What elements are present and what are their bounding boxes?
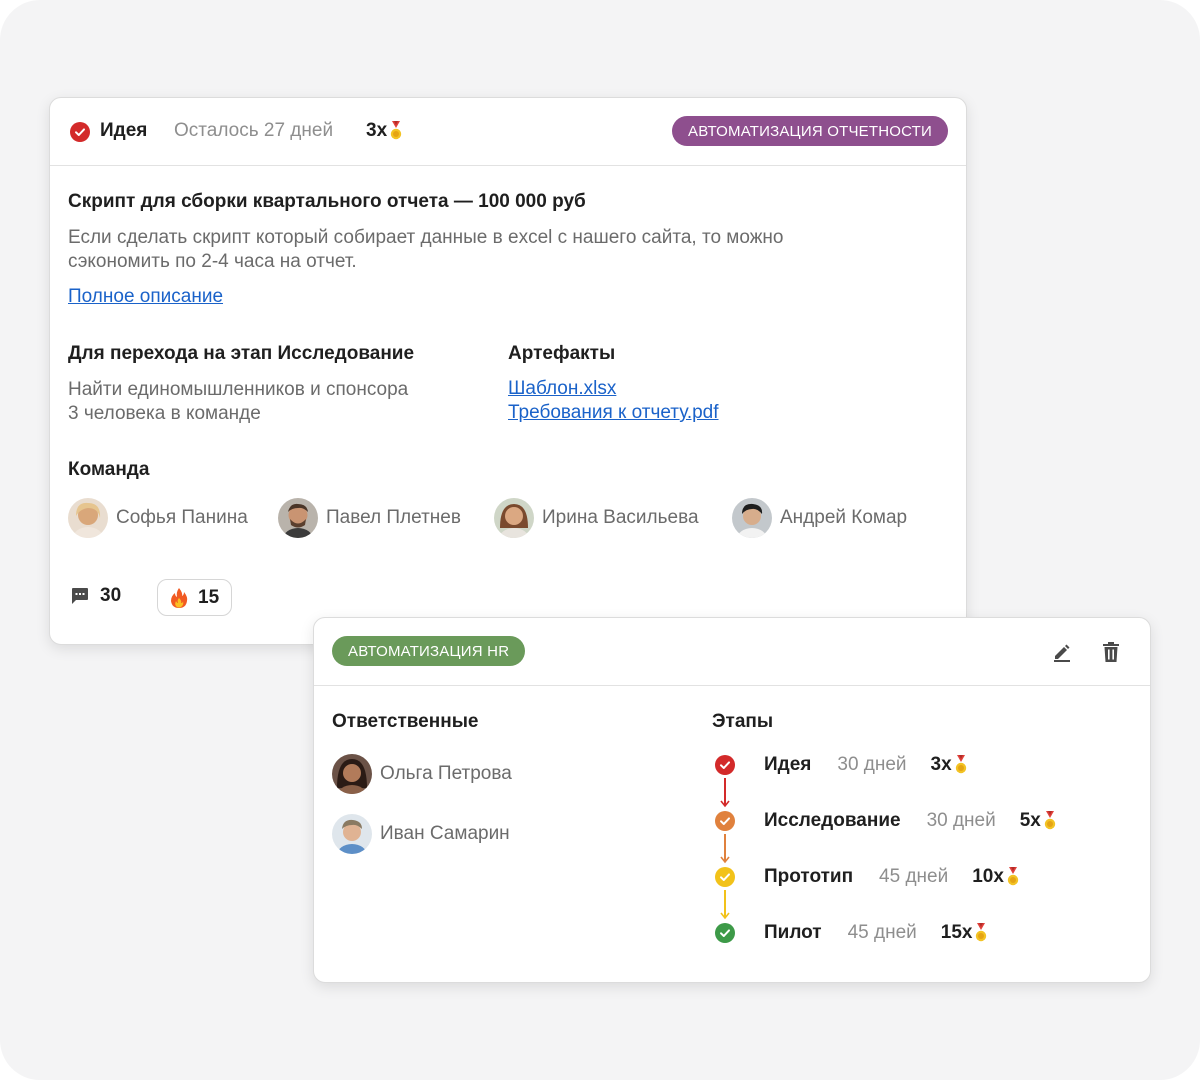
team-member-name: Софья Панина	[116, 507, 248, 528]
stage-check-icon	[715, 867, 735, 887]
avatar	[732, 498, 772, 538]
reward-multiplier: 3x	[366, 120, 403, 142]
full-description-link[interactable]: Полное описание	[68, 286, 223, 308]
delete-icon[interactable]	[1102, 642, 1120, 662]
avatar	[332, 754, 372, 794]
comments-counter[interactable]: 30	[70, 585, 121, 607]
stage-check-icon	[715, 755, 735, 775]
stage-duration: 45 дней	[879, 866, 949, 887]
medal-icon	[976, 923, 987, 942]
remaining-days: Осталось 27 дней	[174, 120, 334, 141]
stage-name: Прототип	[764, 866, 854, 887]
stage-reward: 15x	[941, 922, 989, 944]
stage-reward: 3x	[931, 754, 968, 776]
hr-card-header: АВТОМАТИЗАЦИЯ HR	[314, 618, 1150, 686]
comment-icon	[72, 588, 88, 604]
stage-reward-value: 10x	[972, 866, 1004, 887]
stage-check-icon	[715, 923, 735, 943]
idea-card-header: Идея Осталось 27 дней 3x АВТОМАТИЗАЦИЯ О…	[50, 98, 966, 166]
stage-reward-value: 5x	[1019, 810, 1041, 831]
medal-icon	[390, 121, 402, 140]
medal-icon	[1044, 811, 1056, 830]
avatar	[494, 498, 534, 538]
stage-name: Идея	[764, 754, 812, 775]
responsible-name: Ольга Петрова	[380, 763, 512, 784]
stage-duration: 45 дней	[847, 922, 917, 943]
stage-label: Идея	[100, 120, 148, 141]
artifact-link[interactable]: Требования к отчету.pdf	[508, 402, 719, 424]
team-member-name: Андрей Комар	[780, 507, 908, 528]
medal-icon	[1007, 867, 1019, 886]
stage-row[interactable]: Исследование 30 дней 5x	[715, 810, 1057, 832]
reward-value: 3x	[366, 120, 388, 141]
stage-row[interactable]: Прототип 45 дней 10x	[715, 866, 1020, 888]
stage-connector	[720, 890, 730, 920]
artifacts-heading: Артефакты	[508, 343, 616, 364]
stages-heading: Этапы	[712, 711, 774, 732]
team-member[interactable]: Павел Плетнев	[278, 498, 461, 538]
stage-reward-value: 15x	[940, 922, 973, 943]
fire-icon	[171, 587, 188, 608]
reactions-count: 15	[198, 586, 220, 608]
idea-description-line1: Если сделать скрипт который собирает дан…	[68, 227, 784, 248]
medal-icon	[955, 755, 966, 774]
next-stage-requirement: Найти единомышленников и спонсора	[68, 379, 409, 400]
stage-reward: 10x	[972, 866, 1020, 888]
category-tag[interactable]: АВТОМАТИЗАЦИЯ ОТЧЕТНОСТИ	[672, 116, 948, 146]
stage-connector	[720, 834, 730, 864]
responsible-heading: Ответственные	[332, 711, 479, 732]
stage-reward: 5x	[1020, 810, 1057, 832]
next-stage-heading: Для перехода на этап Исследование	[68, 343, 415, 364]
team-member[interactable]: Софья Панина	[68, 498, 248, 538]
responsible-person[interactable]: Иван Самарин	[332, 814, 510, 854]
idea-title: Скрипт для сборки квартального отчета — …	[68, 191, 586, 212]
stage-connector	[720, 778, 730, 808]
category-tag[interactable]: АВТОМАТИЗАЦИЯ HR	[332, 636, 526, 666]
avatar	[332, 814, 372, 854]
idea-card: Идея Осталось 27 дней 3x АВТОМАТИЗАЦИЯ О…	[49, 97, 967, 645]
team-member-name: Ирина Васильева	[542, 507, 699, 528]
stage-reward-value: 3x	[930, 754, 952, 775]
stage-duration: 30 дней	[837, 754, 907, 775]
fire-reaction-button[interactable]: 15	[157, 579, 233, 616]
team-member[interactable]: Ирина Васильева	[494, 498, 699, 538]
next-stage-requirement: 3 человека в команде	[68, 403, 261, 424]
stage-name: Пилот	[764, 922, 822, 943]
idea-description-line2: сэкономить по 2-4 часа на отчет.	[68, 251, 357, 272]
team-member[interactable]: Андрей Комар	[732, 498, 907, 538]
hr-card: АВТОМАТИЗАЦИЯ HR Ответственные Ольга Пет…	[313, 617, 1151, 983]
team-heading: Команда	[68, 459, 150, 480]
stage-check-icon	[715, 811, 735, 831]
stage-row[interactable]: Идея 30 дней 3x	[715, 754, 968, 776]
avatar	[68, 498, 108, 538]
avatar	[278, 498, 318, 538]
stage-check-icon	[70, 122, 90, 142]
stage-name: Исследование	[764, 810, 901, 831]
edit-icon[interactable]	[1052, 642, 1072, 662]
stage-duration: 30 дней	[926, 810, 996, 831]
artifact-link[interactable]: Шаблон.xlsx	[508, 378, 616, 400]
responsible-person[interactable]: Ольга Петрова	[332, 754, 512, 794]
stage-row[interactable]: Пилот 45 дней 15x	[715, 922, 988, 944]
responsible-name: Иван Самарин	[380, 823, 510, 844]
team-member-name: Павел Плетнев	[326, 507, 461, 528]
comments-count: 30	[100, 585, 122, 606]
